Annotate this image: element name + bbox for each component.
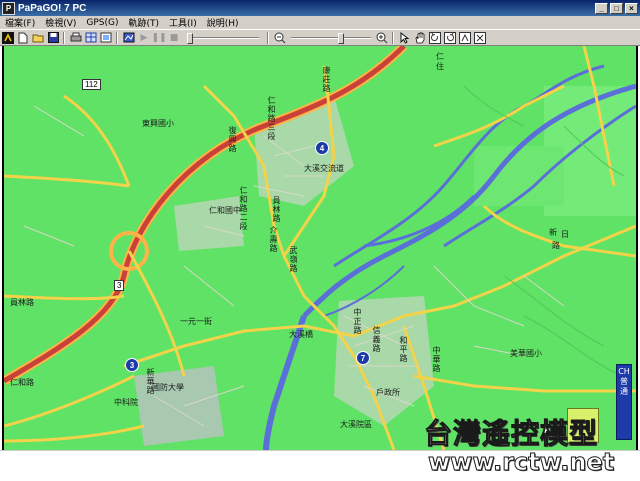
watermark-url: www.rctw.net — [427, 448, 615, 477]
zoom-out-icon[interactable] — [273, 31, 287, 44]
route-shield-3: 3 — [114, 280, 125, 291]
road-label: 新 — [549, 228, 557, 237]
place-label: 大溪橋 — [289, 330, 313, 339]
close-button[interactable]: × — [625, 2, 638, 14]
road-label-yuanlin: 員林路 — [272, 196, 281, 223]
place-label: 大溪交流道 — [304, 164, 344, 173]
poi-marker-3[interactable]: 3 — [125, 358, 139, 372]
road-label-renhe: 仁和路三段 — [267, 96, 276, 141]
road-label: 日 — [561, 230, 569, 239]
road-label: 一元一街 — [180, 317, 212, 326]
road-label-xinhua: 新華路 — [146, 368, 155, 395]
zoom-slider[interactable] — [291, 31, 371, 44]
playback-thumb[interactable] — [187, 33, 193, 44]
toolbar-separator — [392, 31, 394, 44]
fullscreen-icon[interactable] — [473, 31, 487, 44]
road-label-jieshou: 介壽路 — [269, 226, 278, 253]
title-bar: P PaPaGO! 7 PC _ □ × — [0, 0, 640, 16]
zoom-in-icon[interactable] — [375, 31, 389, 44]
zoom-thumb[interactable] — [338, 33, 344, 44]
menu-track[interactable]: 軌跡(T) — [124, 16, 165, 29]
play-icon[interactable]: ▶ — [137, 31, 151, 44]
menu-help[interactable]: 說明(H) — [202, 16, 244, 29]
map-canvas[interactable]: 112 3 東興國小 仁和國中 大溪交流道 大溪橋 國防大學 中科院 美華國小 … — [2, 46, 638, 450]
place-label: 國防大學 — [152, 383, 184, 392]
toolbar: ▶ ❚❚ ■ — [0, 29, 640, 46]
map-type-panel[interactable]: CH 普 通 — [616, 364, 632, 440]
toolbar-separator — [116, 31, 118, 44]
rotate-left-icon[interactable] — [428, 31, 442, 44]
watermark-text: 台灣遙控模型 — [423, 417, 599, 451]
select-arrow-icon[interactable] — [398, 31, 412, 44]
place-label: 戶政所 — [376, 388, 400, 397]
minimize-button[interactable]: _ — [595, 2, 608, 14]
playback-slider[interactable] — [187, 31, 259, 44]
maximize-button[interactable]: □ — [610, 2, 623, 14]
pause-icon[interactable]: ❚❚ — [151, 31, 166, 44]
print-icon[interactable] — [69, 31, 83, 44]
road-label: 住 — [436, 62, 444, 71]
menu-file[interactable]: 檔案(F) — [0, 16, 40, 29]
route-shield-112: 112 — [82, 79, 101, 90]
place-label: 中科院 — [114, 398, 138, 407]
poi-marker-7[interactable]: 7 — [356, 351, 370, 365]
road-label-zhongzheng: 中正路 — [353, 308, 362, 335]
overlay-icon[interactable] — [99, 31, 113, 44]
road-label-kangzhuang: 康莊路 — [322, 66, 331, 93]
road-label-zhonghua: 中華路 — [432, 346, 441, 373]
road-label: 仁 — [436, 52, 444, 61]
road-label-fuxing: 復興路 — [228, 126, 237, 153]
place-label: 大溪院區 — [340, 420, 372, 429]
road-label-he: 和平路 — [399, 336, 408, 363]
menu-view[interactable]: 檢視(V) — [40, 16, 81, 29]
poi-marker-4[interactable]: 4 — [315, 141, 329, 155]
rotate-right-icon[interactable] — [443, 31, 457, 44]
app-logo-icon[interactable] — [1, 31, 15, 44]
map-view-icon[interactable] — [122, 31, 136, 44]
stop-icon[interactable]: ■ — [167, 31, 181, 44]
toolbar-separator — [63, 31, 65, 44]
road-label: 仁和路 — [10, 378, 34, 387]
road-label-wuling: 武嶺路 — [289, 246, 298, 273]
info-icon[interactable] — [458, 31, 472, 44]
pan-hand-icon[interactable] — [413, 31, 427, 44]
district-area — [174, 196, 244, 251]
map-graphics — [4, 46, 636, 450]
new-file-icon[interactable] — [16, 31, 30, 44]
papago-app-icon[interactable]: P — [2, 1, 15, 15]
place-label: 仁和國中 — [209, 206, 241, 215]
place-label: 東興國小 — [142, 119, 174, 128]
road-label-renhe2: 仁和路二段 — [239, 186, 248, 231]
road-label: 員林路 — [10, 298, 34, 307]
menu-gps[interactable]: GPS(G) — [81, 18, 123, 28]
menu-bar: 檔案(F) 檢視(V) GPS(G) 軌跡(T) 工具(I) 說明(H) — [0, 16, 640, 29]
layers-icon[interactable] — [84, 31, 98, 44]
place-label: 美華國小 — [510, 349, 542, 358]
window-title: PaPaGO! 7 PC — [18, 2, 87, 14]
save-icon[interactable] — [46, 31, 60, 44]
road-label-xinyi: 信義路 — [372, 326, 381, 353]
menu-tools[interactable]: 工具(I) — [164, 16, 202, 29]
road-label: 路 — [552, 241, 560, 250]
open-folder-icon[interactable] — [31, 31, 45, 44]
district-area — [334, 296, 434, 426]
toolbar-separator — [267, 31, 269, 44]
